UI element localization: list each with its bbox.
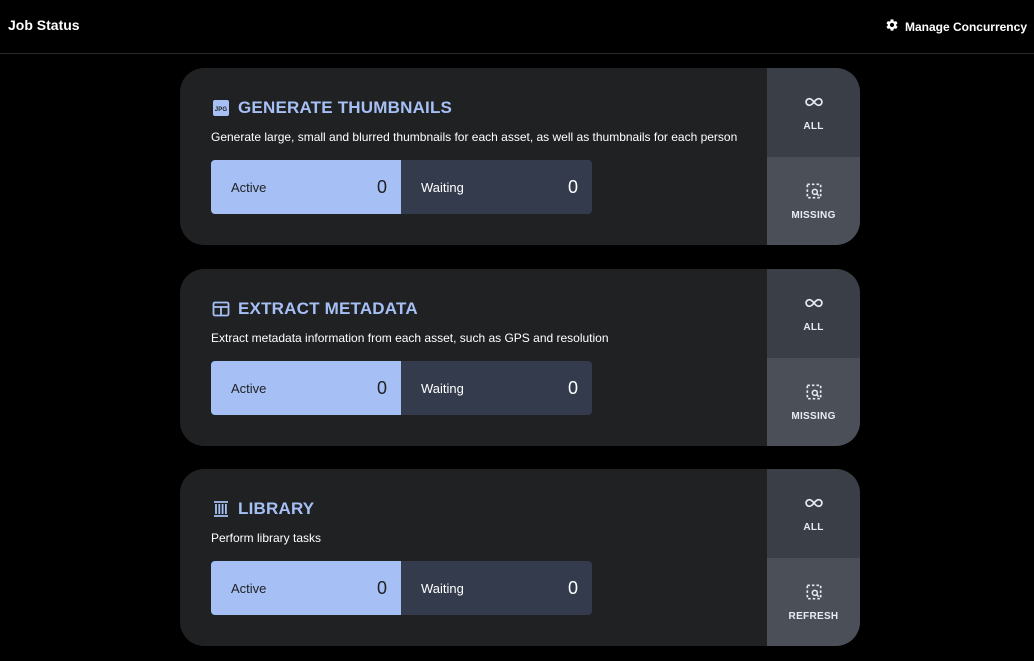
waiting-stat: Waiting 0 [401,561,592,615]
job-description: Extract metadata information from each a… [211,331,609,345]
job-title-text: GENERATE THUMBNAILS [238,98,453,117]
manage-concurrency-button[interactable]: Manage Concurrency [885,18,1027,35]
run-all-button[interactable]: ALL [767,469,860,558]
svg-text:JPG: JPG [215,107,228,113]
infinity-icon [804,493,824,516]
run-all-button[interactable]: ALL [767,269,860,358]
job-title-text: EXTRACT METADATA [238,299,418,318]
page-title: Job Status [8,17,80,33]
run-all-label: ALL [803,121,824,133]
waiting-label: Waiting [421,179,464,195]
waiting-count: 0 [567,377,578,398]
job-card-main: EXTRACT METADATA Extract metadata inform… [180,269,767,446]
run-all-button[interactable]: ALL [767,68,860,157]
job-card-main: LIBRARY Perform library tasks Active 0 W… [180,469,767,646]
job-actions: ALL MISSING [767,68,860,245]
run-missing-label: MISSING [791,410,836,422]
library-shelves-icon [212,500,230,518]
job-title-text: LIBRARY [238,499,315,518]
run-all-label: ALL [803,522,824,534]
jpg-file-icon: JPG [212,99,230,117]
job-title: JPG GENERATE THUMBNAILS [212,98,452,118]
active-label: Active [231,179,267,195]
top-bar: Job Status Manage Concurrency [0,0,1034,54]
active-label: Active [231,580,267,596]
refresh-label: REFRESH [788,610,839,622]
waiting-label: Waiting [421,580,464,596]
active-count: 0 [376,377,387,398]
active-stat: Active 0 [211,160,401,214]
infinity-icon [804,92,824,115]
job-title: LIBRARY [212,499,314,519]
manage-concurrency-label: Manage Concurrency [904,19,1027,34]
job-title: EXTRACT METADATA [212,299,418,319]
job-actions: ALL MISSING [767,269,860,446]
run-all-label: ALL [803,322,824,334]
gear-icon [885,18,899,35]
active-stat: Active 0 [211,561,401,615]
select-search-icon [804,582,824,605]
active-count: 0 [376,176,387,197]
refresh-button[interactable]: REFRESH [767,557,860,646]
job-stats: Active 0 Waiting 0 [211,561,592,615]
waiting-count: 0 [567,176,578,197]
job-stats: Active 0 Waiting 0 [211,361,592,415]
job-card-main: JPG GENERATE THUMBNAILS Generate large, … [180,68,767,245]
job-stats: Active 0 Waiting 0 [211,160,592,214]
job-card-extract-metadata: EXTRACT METADATA Extract metadata inform… [180,269,860,446]
table-icon [212,300,230,318]
waiting-stat: Waiting 0 [401,160,592,214]
select-search-icon [804,382,824,405]
active-stat: Active 0 [211,361,401,415]
waiting-count: 0 [567,577,578,598]
infinity-icon [804,293,824,316]
waiting-stat: Waiting 0 [401,361,592,415]
job-card-library: LIBRARY Perform library tasks Active 0 W… [180,469,860,646]
run-missing-button[interactable]: MISSING [767,156,860,245]
active-count: 0 [376,577,387,598]
run-missing-button[interactable]: MISSING [767,357,860,446]
active-label: Active [231,380,267,396]
select-search-icon [804,181,824,204]
job-description: Perform library tasks [211,531,322,545]
job-description: Generate large, small and blurred thumbn… [211,130,738,144]
job-card-generate-thumbnails: JPG GENERATE THUMBNAILS Generate large, … [180,68,860,245]
job-actions: ALL REFRESH [767,469,860,646]
waiting-label: Waiting [421,380,464,396]
run-missing-label: MISSING [791,209,836,221]
